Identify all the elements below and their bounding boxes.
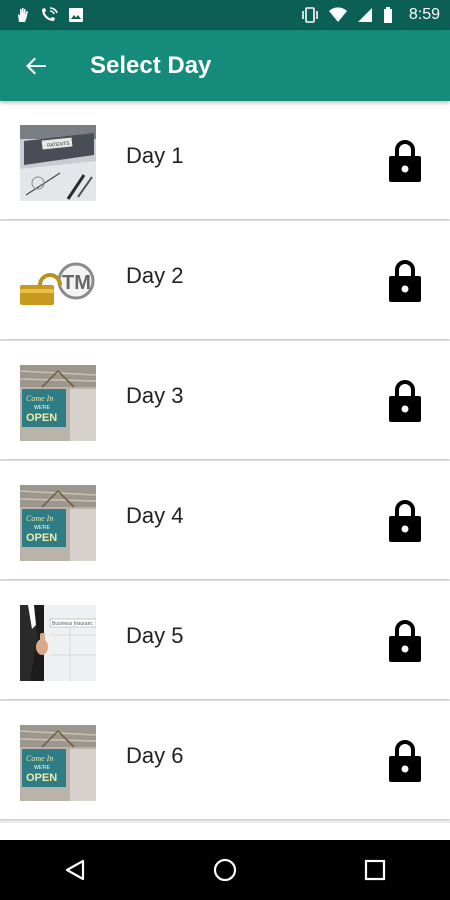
nav-recents-button[interactable]	[345, 840, 405, 900]
list-item-day-1[interactable]: PATENTS Day 1	[0, 101, 450, 219]
trademark-lock-image: TM	[20, 245, 96, 321]
patents-folder-image: PATENTS	[20, 125, 96, 201]
svg-text:TM: TM	[62, 272, 91, 294]
day-label: Day 6	[126, 743, 184, 768]
svg-text:Come In: Come In	[26, 394, 53, 403]
svg-text:OPEN: OPEN	[26, 532, 57, 544]
open-sign-image: Come In WE'RE OPEN	[20, 725, 96, 801]
day-label: Day 1	[126, 143, 184, 168]
lock-icon	[389, 140, 421, 182]
list-item-day-4[interactable]: Come In WE'RE OPEN Day 4	[0, 461, 450, 579]
list-item-day-5[interactable]: Business Insuranc Day 5	[0, 581, 450, 699]
home-circle-icon	[213, 858, 237, 882]
wifi-icon	[328, 7, 347, 23]
svg-text:Come In: Come In	[26, 754, 53, 763]
list-item-day-6[interactable]: Come In WE'RE OPEN Day 6	[0, 701, 450, 819]
svg-text:WE'RE: WE'RE	[34, 765, 51, 771]
svg-text:OPEN: OPEN	[26, 772, 57, 784]
status-left-icons	[16, 7, 84, 23]
lock-icon	[389, 260, 421, 302]
list-item-day-2[interactable]: TM Day 2	[0, 221, 450, 339]
app-bar: Select Day	[0, 30, 450, 101]
svg-text:WE'RE: WE'RE	[34, 525, 51, 531]
svg-text:Business Insuranc: Business Insuranc	[52, 621, 93, 627]
day-label: Day 4	[126, 503, 184, 528]
lock-icon	[389, 740, 421, 782]
svg-text:Come In: Come In	[26, 514, 53, 523]
image-icon	[69, 8, 83, 22]
list-item-day-3[interactable]: Come In WE'RE OPEN Day 3	[0, 341, 450, 459]
wifi-call-icon	[42, 7, 58, 21]
signal-icon	[357, 8, 372, 22]
status-right-icons: 8:59	[301, 6, 440, 24]
svg-text:OPEN: OPEN	[26, 412, 57, 424]
recents-square-icon	[364, 859, 386, 881]
businessman-image: Business Insuranc	[20, 605, 96, 681]
svg-text:WE'RE: WE'RE	[34, 405, 51, 411]
open-sign-image: Come In WE'RE OPEN	[20, 485, 96, 561]
back-triangle-icon	[65, 859, 85, 881]
open-sign-image: Come In WE'RE OPEN	[20, 365, 96, 441]
nav-back-button[interactable]	[45, 840, 105, 900]
page-title: Select Day	[90, 51, 212, 79]
day-label: Day 3	[126, 383, 184, 408]
lock-icon	[389, 380, 421, 422]
day-label: Day 5	[126, 623, 184, 648]
system-nav-bar	[0, 840, 450, 900]
list-item-partial[interactable]	[0, 823, 450, 840]
hand-icon	[18, 8, 28, 22]
nav-home-button[interactable]	[195, 840, 255, 900]
status-time: 8:59	[408, 6, 440, 23]
arrow-back-icon	[26, 57, 46, 74]
status-bar: 8:59	[0, 0, 450, 30]
lock-icon	[389, 500, 421, 542]
day-label: Day 2	[126, 263, 184, 288]
battery-icon	[383, 7, 392, 23]
lock-icon	[389, 620, 421, 662]
day-list: PATENTS Day 1 TM Day 2 Come In WE'RE OPE…	[0, 101, 450, 840]
back-button[interactable]	[0, 30, 72, 101]
vibrate-icon	[302, 7, 318, 23]
